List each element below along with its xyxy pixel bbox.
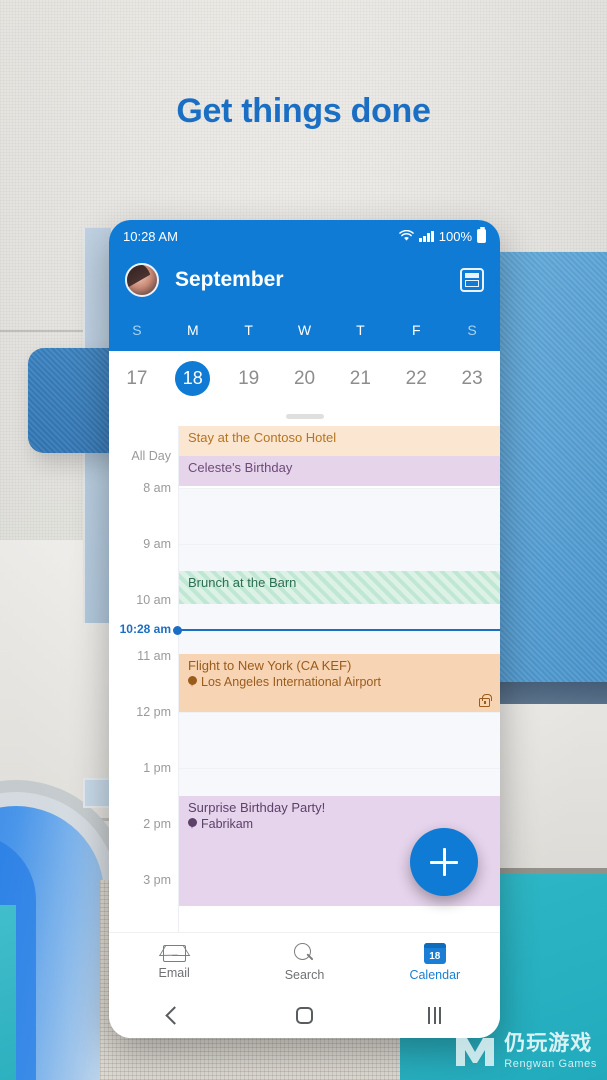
event-title: Flight to New York (CA KEF) [188, 658, 352, 673]
date-cell-20[interactable]: 20 [277, 368, 333, 390]
calendar-icon: 18 [423, 943, 446, 964]
drag-handle[interactable] [285, 413, 324, 419]
event-brunch[interactable]: Brunch at the Barn [179, 571, 500, 604]
app-bar: September [109, 252, 500, 308]
add-event-button[interactable] [410, 828, 478, 896]
date-cell-18-label: 18 [175, 361, 211, 396]
page-title: Get things done [176, 92, 431, 130]
weekday-label: F [411, 321, 421, 338]
event-location-label: Fabrikam [201, 817, 254, 832]
hour-label-10am: 10 am [136, 593, 171, 607]
watermark: 仍玩游戏 Rengwan Games [453, 1032, 597, 1072]
date-cell-21[interactable]: 21 [332, 368, 388, 390]
battery-full-icon [477, 226, 486, 243]
calendar-expand-handle-row[interactable] [109, 406, 500, 426]
hour-label-9am: 9 am [143, 537, 171, 551]
back-chevron-icon [164, 1005, 184, 1025]
wifi-icon [399, 230, 414, 242]
hour-label-3pm: 3 pm [143, 873, 171, 887]
watermark-cn: 仍玩游戏 [504, 1031, 593, 1055]
weekday-label: S [467, 321, 477, 338]
all-day-label: All Day [131, 449, 171, 463]
hour-label-11am: 11 am [137, 649, 171, 663]
date-cell-18-selected[interactable]: 18 [165, 361, 221, 396]
hour-label-12pm: 12 pm [136, 705, 171, 719]
time-gutter: All Day 8 am 9 am 10 am 10:28 am 11 am 1… [109, 426, 179, 932]
event-title: Surprise Birthday Party! [188, 800, 326, 815]
weekday-label: M [186, 321, 199, 338]
date-cell-19[interactable]: 19 [221, 368, 277, 390]
event-all-day-hotel[interactable]: Stay at the Contoso Hotel [179, 426, 500, 456]
mail-icon [162, 945, 186, 962]
date-cell-22[interactable]: 22 [388, 368, 444, 390]
watermark-logo-icon [453, 1032, 497, 1072]
status-bar: 10:28 AM 100% [109, 220, 500, 252]
location-pin-icon [188, 818, 197, 830]
recents-bars-icon [428, 1006, 442, 1024]
lock-icon [479, 694, 492, 707]
date-cell-23[interactable]: 23 [444, 368, 500, 390]
system-recents-button[interactable] [370, 1006, 500, 1024]
nav-label-search: Search [284, 968, 325, 982]
weekday-label: T [356, 321, 365, 338]
avatar[interactable] [125, 263, 159, 297]
agenda-view-icon[interactable] [460, 268, 484, 292]
system-navigation-bar [109, 992, 500, 1038]
watermark-text: 仍玩游戏 Rengwan Games [504, 1031, 597, 1072]
bottom-navigation: Email Search 18 Calendar [109, 932, 500, 992]
event-title: Celeste's Birthday [188, 460, 293, 475]
hour-label-1pm: 1 pm [143, 761, 171, 775]
current-time-line [179, 629, 500, 631]
event-all-day-birthday[interactable]: Celeste's Birthday [179, 456, 500, 486]
nav-label-calendar: Calendar [409, 968, 461, 982]
system-back-button[interactable] [109, 1005, 239, 1025]
plus-icon [430, 848, 458, 876]
home-square-icon [295, 1006, 313, 1024]
event-title: Stay at the Contoso Hotel [188, 430, 337, 445]
weekday-label: T [244, 321, 253, 338]
phone-mockup: 10:28 AM 100% September S M T W T F S 17… [109, 220, 500, 1038]
hour-label-2pm: 2 pm [143, 817, 171, 831]
agenda-timeline[interactable]: Stay at the Contoso Hotel Celeste's Birt… [109, 426, 500, 932]
battery-percent-label: 100% [438, 228, 472, 244]
nav-item-search[interactable]: Search [239, 943, 369, 982]
search-icon [293, 943, 315, 964]
hour-label-8am: 8 am [143, 481, 171, 495]
event-location-label: Los Angeles International Airport [201, 675, 381, 690]
nav-item-calendar[interactable]: 18 Calendar [370, 943, 500, 982]
location-pin-icon [188, 676, 197, 688]
nav-label-email: Email [158, 966, 190, 980]
status-bar-indicators: 100% [399, 226, 486, 244]
page-title-month[interactable]: September [175, 268, 444, 292]
current-time-label: 10:28 am [119, 622, 171, 636]
date-strip: 17 18 19 20 21 22 23 [109, 351, 500, 406]
weekday-label: W [297, 321, 312, 338]
status-bar-time: 10:28 AM [123, 228, 178, 244]
weekday-label: S [132, 321, 142, 338]
system-home-button[interactable] [239, 1006, 369, 1024]
event-title: Brunch at the Barn [188, 575, 297, 590]
event-location: Los Angeles International Airport [188, 674, 491, 690]
date-cell-17[interactable]: 17 [109, 368, 165, 390]
weekday-header: S M T W T F S [109, 308, 500, 351]
event-flight[interactable]: Flight to New York (CA KEF) Los Angeles … [179, 654, 500, 712]
cellular-signal-icon [419, 230, 434, 242]
watermark-en: Rengwan Games [504, 1057, 597, 1070]
nav-item-email[interactable]: Email [109, 945, 239, 980]
